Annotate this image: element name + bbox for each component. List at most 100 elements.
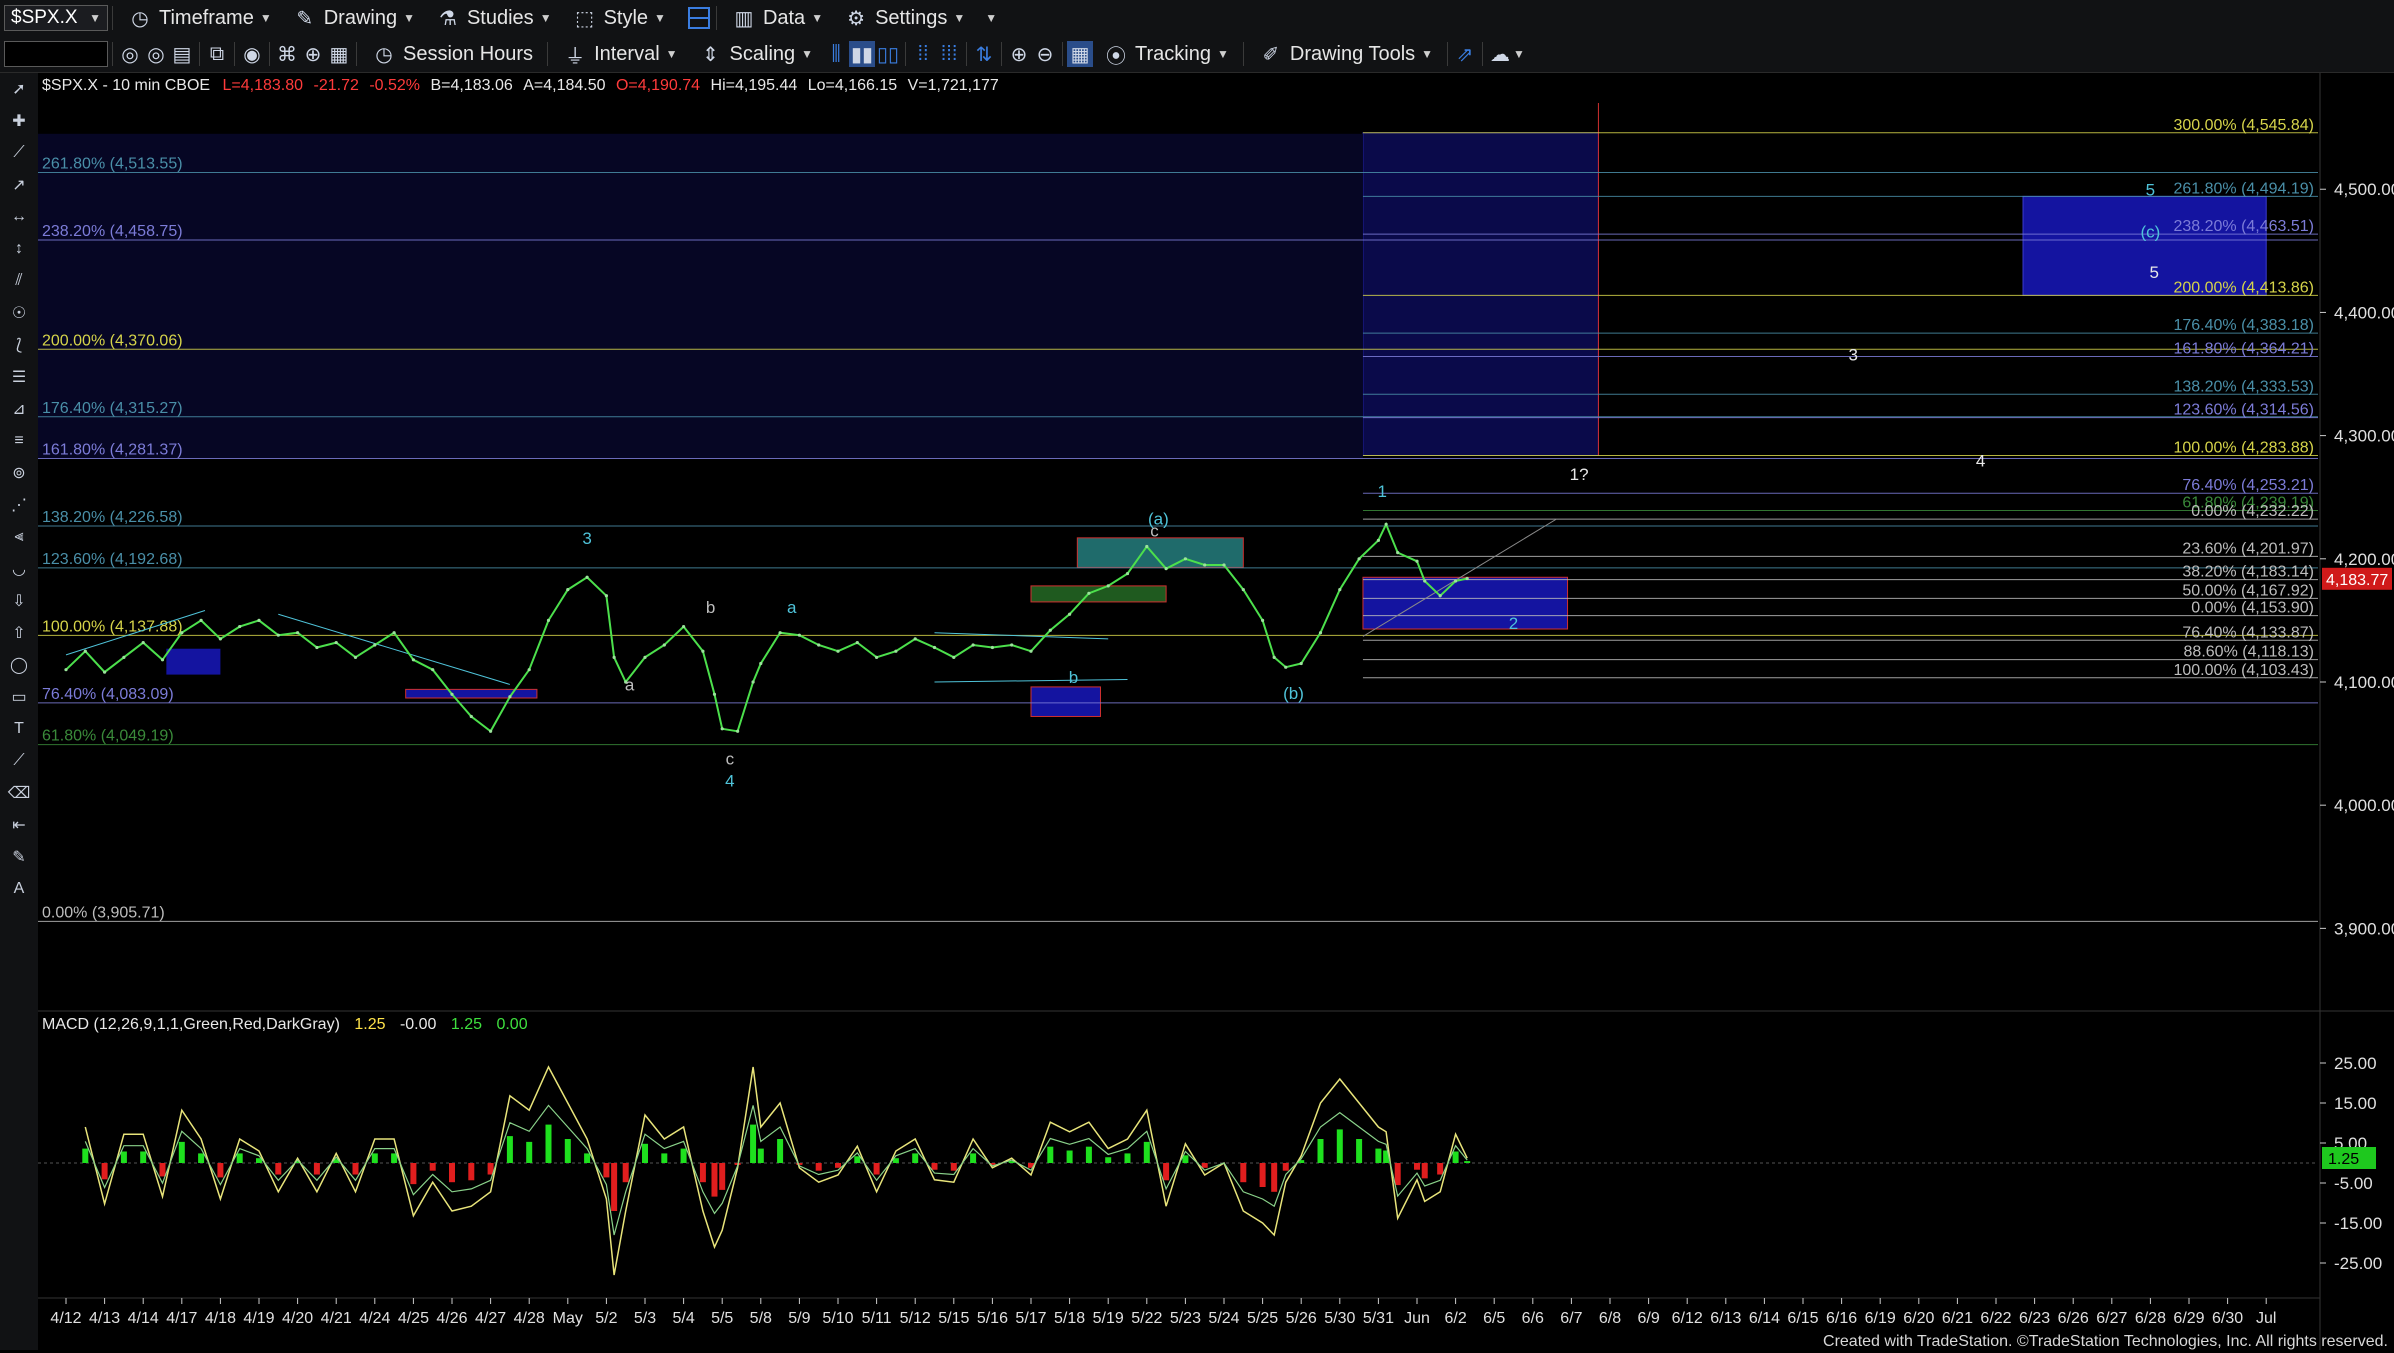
- sync-icon[interactable]: ◉: [239, 41, 265, 67]
- price-point: [585, 575, 589, 579]
- drawing-tools-icon: ✐: [1262, 43, 1280, 66]
- settings-menu[interactable]: ⚙ Settings ▼: [833, 5, 975, 31]
- price-chart[interactable]: 261.80% (4,513.55) 238.20% (4,458.75) 200.…: [38, 73, 2394, 1350]
- data-menu[interactable]: ▥ Data ▼: [721, 5, 833, 31]
- fib-extension-icon[interactable]: ⊿: [0, 393, 38, 425]
- more-menu[interactable]: ▼: [975, 11, 1007, 25]
- fib-time-icon[interactable]: ≡: [0, 425, 38, 457]
- interval-label: Interval: [594, 42, 660, 65]
- date-axis-label: 5/2: [595, 1310, 617, 1327]
- trendline-icon[interactable]: ⟋: [0, 137, 38, 169]
- price-point: [296, 631, 300, 635]
- zoom-out-bars-icon[interactable]: ⁞⁞: [910, 41, 936, 67]
- price-point: [1284, 665, 1288, 669]
- drawing-tools-menu[interactable]: ✐ Drawing Tools ▼: [1248, 41, 1443, 67]
- refresh-icon[interactable]: ◎: [117, 41, 143, 67]
- candle-icon[interactable]: ▮▮: [849, 41, 876, 67]
- wave-label: a: [787, 598, 797, 617]
- right-fib-label: 300.00% (4,545.84): [2173, 117, 2314, 134]
- zoom-in-icon[interactable]: ⊕: [1006, 41, 1032, 67]
- blank-selector[interactable]: [4, 41, 108, 67]
- save-icon[interactable]: ▤: [169, 41, 195, 67]
- offset-icon[interactable]: ⇤: [0, 809, 38, 841]
- erase-icon[interactable]: ⌫: [0, 777, 38, 809]
- ray-icon[interactable]: ↗: [0, 169, 38, 201]
- macd-title: MACD (12,26,9,1,1,Green,Red,DarkGray): [42, 1016, 340, 1033]
- export-icon[interactable]: ⇗: [1452, 41, 1478, 67]
- crosshair-icon[interactable]: ⊕: [300, 41, 326, 67]
- price-point: [778, 631, 782, 635]
- arrow-down-icon[interactable]: ⇩: [0, 585, 38, 617]
- horizontal-line-icon[interactable]: ↔: [0, 201, 38, 233]
- price-point: [736, 729, 740, 733]
- arc-icon[interactable]: ◡: [0, 553, 38, 585]
- macd-header: MACD (12,26,9,1,1,Green,Red,DarkGray) 1.…: [42, 1016, 528, 1034]
- zoom-in-bars-icon[interactable]: ⁞⁞⁞: [936, 41, 962, 67]
- price-axis-label: 4,500.00: [2334, 180, 2394, 199]
- macd-histogram-bar: [1336, 1129, 1343, 1163]
- price-point: [64, 668, 68, 672]
- toolbar-divider: [547, 42, 549, 66]
- swap-icon[interactable]: ⇅: [971, 41, 997, 67]
- toolbar-divider: [1482, 42, 1484, 66]
- session-hours-button[interactable]: ◷ Session Hours: [361, 41, 543, 67]
- fib-circle-icon[interactable]: ⊚: [0, 457, 38, 489]
- price-axis-label: 4,000.00: [2334, 796, 2394, 815]
- channel-icon[interactable]: ⫽: [0, 265, 38, 297]
- wave-label: (b): [1283, 684, 1304, 703]
- andrews-pitchfork-icon[interactable]: ⟅: [0, 329, 38, 361]
- drawing-label: Drawing: [323, 6, 398, 29]
- symbol-selector[interactable]: $SPX.X ▼: [4, 5, 108, 31]
- refresh-alt-icon[interactable]: ◎: [143, 41, 169, 67]
- interval-icon: ⏚: [565, 45, 586, 68]
- settings-label: Settings: [875, 6, 948, 29]
- style-menu[interactable]: ⬚ Style ▼: [562, 5, 676, 31]
- grid-icon[interactable]: ▦: [1067, 41, 1094, 67]
- fib-fan-icon[interactable]: ⋰: [0, 489, 38, 521]
- rectangle-icon[interactable]: ▭: [0, 681, 38, 713]
- magnet-icon[interactable]: ⌘: [274, 41, 300, 67]
- wave-label: 3: [1848, 345, 1857, 364]
- window-link-icon[interactable]: ⧉: [204, 41, 230, 67]
- layout-icon[interactable]: [686, 5, 712, 31]
- wave-label: 4: [725, 772, 734, 791]
- fibonacci-icon[interactable]: ☰: [0, 361, 38, 393]
- price-point: [1106, 584, 1110, 588]
- chart-area[interactable]: 261.80% (4,513.55) 238.20% (4,458.75) 200.…: [38, 73, 2394, 1350]
- timeframe-menu[interactable]: ◷ Timeframe ▼: [117, 5, 282, 31]
- scaling-menu[interactable]: ⇕ Scaling ▼: [688, 41, 824, 67]
- vertical-line-icon[interactable]: ↕: [0, 233, 38, 265]
- wave-label: 2: [1509, 614, 1518, 633]
- drawing-menu[interactable]: ✎ Drawing ▼: [282, 5, 425, 31]
- trendline-alt-icon[interactable]: ⟋: [0, 745, 38, 777]
- cloud-icon[interactable]: ☁: [1487, 41, 1513, 67]
- zoom-out-icon[interactable]: ⊖: [1032, 41, 1058, 67]
- macd-histogram-bar: [603, 1163, 610, 1178]
- tracking-menu[interactable]: ⦿ Tracking ▼: [1093, 41, 1239, 68]
- toolbar-divider: [199, 42, 200, 66]
- chart-settings-icon[interactable]: ▦: [326, 41, 352, 67]
- header-lo: Lo=4,166.15: [807, 77, 898, 94]
- date-axis-label: 6/9: [1637, 1310, 1659, 1327]
- bar-type-icon[interactable]: ⫼: [823, 41, 849, 67]
- macd-histogram-bar: [719, 1163, 726, 1190]
- text-style-icon[interactable]: A: [0, 873, 38, 905]
- date-axis-label: 6/6: [1522, 1310, 1544, 1327]
- studies-menu[interactable]: ⚗ Studies ▼: [425, 5, 562, 31]
- chevron-down-icon: ▼: [665, 47, 678, 61]
- interval-menu[interactable]: ⏚ Interval ▼: [552, 41, 687, 68]
- header-info: $SPX.X - 10 min CBOE L=4,183.80 -21.72 -…: [42, 77, 999, 95]
- crosshair-icon[interactable]: ✚: [0, 105, 38, 137]
- cycle-icon[interactable]: ☉: [0, 297, 38, 329]
- right-fib-label: 161.80% (4,364.21): [2173, 341, 2314, 358]
- pen-edit-icon[interactable]: ✎: [0, 841, 38, 873]
- text-icon[interactable]: T: [0, 713, 38, 745]
- speed-lines-icon[interactable]: ⫷: [0, 521, 38, 553]
- pointer-icon[interactable]: ➚: [0, 73, 38, 105]
- ellipse-icon[interactable]: ◯: [0, 649, 38, 681]
- date-axis-label: 4/28: [514, 1310, 545, 1327]
- hollow-candle-icon[interactable]: ▯▯: [875, 41, 901, 67]
- arrow-up-icon[interactable]: ⇧: [0, 617, 38, 649]
- price-point: [971, 643, 975, 647]
- chevron-down-icon[interactable]: ▼: [1513, 47, 1525, 61]
